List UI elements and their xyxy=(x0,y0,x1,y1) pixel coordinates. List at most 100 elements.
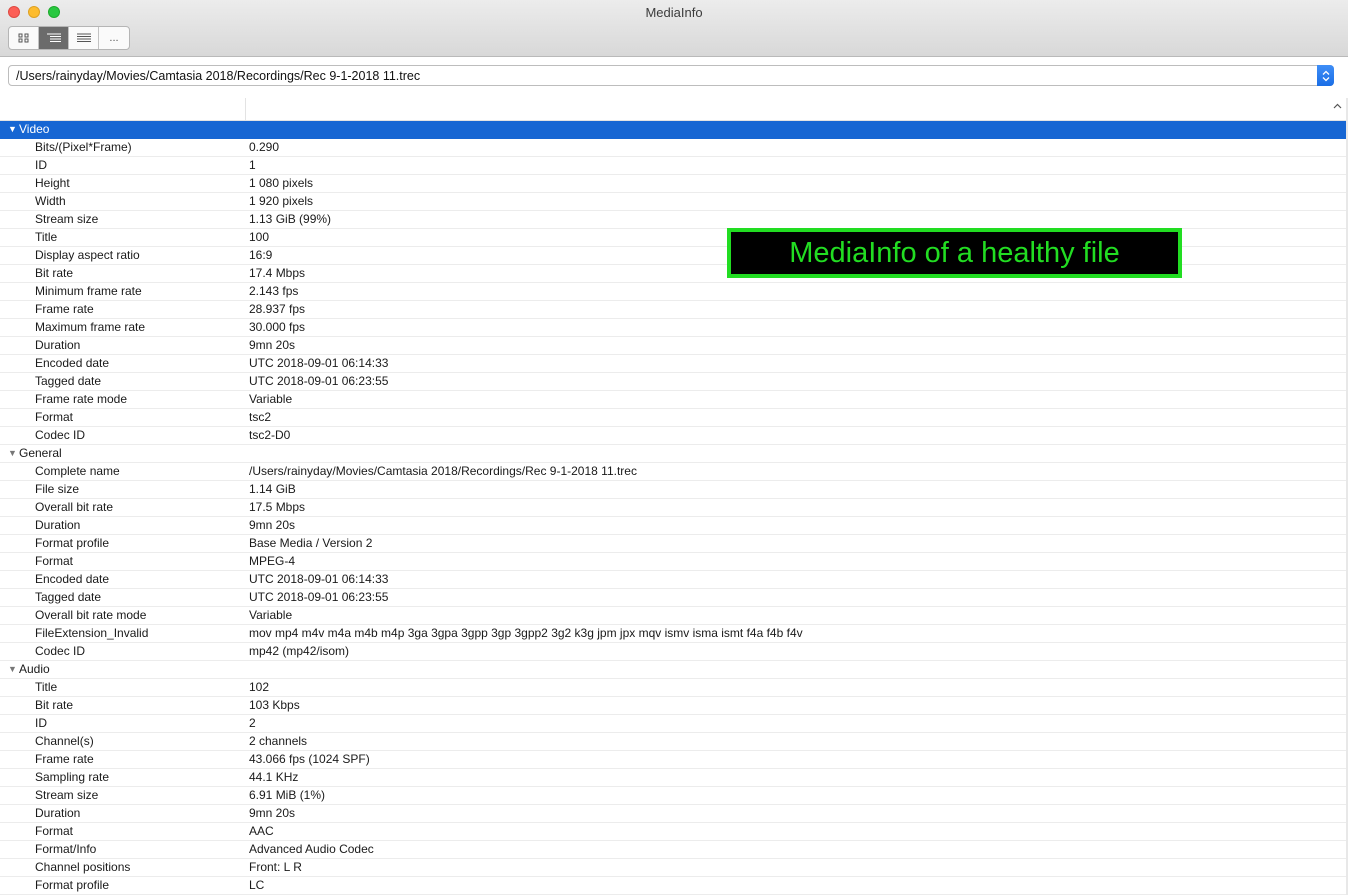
table-row[interactable]: Codec ID tsc2-D0 xyxy=(0,427,1346,445)
table-row[interactable]: Duration 9mn 20s xyxy=(0,517,1346,535)
table-row[interactable]: Format tsc2 xyxy=(0,409,1346,427)
column-divider[interactable] xyxy=(245,98,246,120)
property-value: 17.4 Mbps xyxy=(249,266,306,280)
table-row[interactable]: ID 1 xyxy=(0,157,1346,175)
section-audio[interactable]: ▼ Audio xyxy=(0,661,1346,679)
table-row[interactable]: Title 102 xyxy=(0,679,1346,697)
text-view-button[interactable] xyxy=(69,27,99,49)
table-row[interactable]: Maximum frame rate 30.000 fps xyxy=(0,319,1346,337)
table-row[interactable]: Overall bit rate mode Variable xyxy=(0,607,1346,625)
tree-view-icon xyxy=(46,33,61,43)
table-row[interactable]: Format/Info Advanced Audio Codec xyxy=(0,841,1346,859)
property-value: mov mp4 m4v m4a m4b m4p 3ga 3gpa 3gpp 3g… xyxy=(249,626,803,640)
table-row[interactable]: Codec ID mp42 (mp42/isom) xyxy=(0,643,1346,661)
property-key: Overall bit rate xyxy=(35,500,114,514)
table-row[interactable]: Encoded date UTC 2018-09-01 06:14:33 xyxy=(0,571,1346,589)
table-row[interactable]: Duration 9mn 20s xyxy=(0,805,1346,823)
table-row[interactable]: Format AAC xyxy=(0,823,1346,841)
table-row[interactable]: Stream size 6.91 MiB (1%) xyxy=(0,787,1346,805)
table-row[interactable]: Overall bit rate 17.5 Mbps xyxy=(0,499,1346,517)
table-row[interactable]: ID 2 xyxy=(0,715,1346,733)
property-key: Channel(s) xyxy=(35,734,94,748)
sort-ascending-icon[interactable] xyxy=(1333,101,1342,112)
table-row[interactable]: Frame rate 43.066 fps (1024 SPF) xyxy=(0,751,1346,769)
property-key: Format profile xyxy=(35,536,110,550)
tree-view-button[interactable] xyxy=(39,27,69,49)
table-row[interactable]: Height 1 080 pixels xyxy=(0,175,1346,193)
grid-view-icon xyxy=(18,33,29,43)
annotation-banner: MediaInfo of a healthy file xyxy=(727,228,1182,278)
property-value: 44.1 KHz xyxy=(249,770,299,784)
property-key: Format xyxy=(35,554,74,568)
property-value: tsc2-D0 xyxy=(249,428,291,442)
table-row[interactable]: Format profile LC xyxy=(0,877,1346,895)
disclosure-triangle-icon[interactable]: ▼ xyxy=(8,445,17,462)
property-key: Tagged date xyxy=(35,590,102,604)
table-row[interactable]: Bit rate 103 Kbps xyxy=(0,697,1346,715)
table-row[interactable]: Format MPEG-4 xyxy=(0,553,1346,571)
property-key: Encoded date xyxy=(35,572,110,586)
section-general[interactable]: ▼ General xyxy=(0,445,1346,463)
table-row[interactable]: Stream size 1.13 GiB (99%) xyxy=(0,211,1346,229)
property-key: Stream size xyxy=(35,212,99,226)
table-row[interactable]: Tagged date UTC 2018-09-01 06:23:55 xyxy=(0,589,1346,607)
grid-view-button[interactable] xyxy=(9,27,39,49)
property-key: FileExtension_Invalid xyxy=(35,626,149,640)
disclosure-triangle-icon[interactable]: ▼ xyxy=(8,661,17,678)
more-view-button[interactable]: ... xyxy=(99,27,129,49)
table-row[interactable]: Bits/(Pixel*Frame) 0.290 xyxy=(0,139,1346,157)
table-row[interactable]: Sampling rate 44.1 KHz xyxy=(0,769,1346,787)
table-row[interactable]: Channel positions Front: L R xyxy=(0,859,1346,877)
property-value: Variable xyxy=(249,392,293,406)
table-row[interactable]: Width 1 920 pixels xyxy=(0,193,1346,211)
section-label: General xyxy=(19,446,62,460)
table-row[interactable]: File size 1.14 GiB xyxy=(0,481,1346,499)
property-value: 100 xyxy=(249,230,270,244)
property-value: 1.14 GiB xyxy=(249,482,296,496)
table-row[interactable]: Frame rate mode Variable xyxy=(0,391,1346,409)
property-key: Format xyxy=(35,410,74,424)
property-value: Front: L R xyxy=(249,860,302,874)
property-key: Frame rate mode xyxy=(35,392,128,406)
property-key: Sampling rate xyxy=(35,770,110,784)
property-value: 6.91 MiB (1%) xyxy=(249,788,326,802)
property-value: Base Media / Version 2 xyxy=(249,536,373,550)
property-key: Title xyxy=(35,680,58,694)
property-key: Codec ID xyxy=(35,428,86,442)
table-row[interactable]: Duration 9mn 20s xyxy=(0,337,1346,355)
table-row[interactable]: Complete name/Users/rainyday/Movies/Camt… xyxy=(0,463,1346,481)
property-value: 2 channels xyxy=(249,734,308,748)
table-row[interactable]: Frame rate 28.937 fps xyxy=(0,301,1346,319)
property-value: mp42 (mp42/isom) xyxy=(249,644,350,658)
property-key: Codec ID xyxy=(35,644,86,658)
property-key: Frame rate xyxy=(35,302,94,316)
property-key: Duration xyxy=(35,338,81,352)
property-value: 102 xyxy=(249,680,270,694)
property-key: Format profile xyxy=(35,878,110,892)
property-value: 1 xyxy=(249,158,256,172)
property-key: Minimum frame rate xyxy=(35,284,142,298)
view-mode-segmented-control: ... xyxy=(8,26,130,50)
table-row[interactable]: Tagged date UTC 2018-09-01 06:23:55 xyxy=(0,373,1346,391)
property-value: /Users/rainyday/Movies/Camtasia 2018/Rec… xyxy=(249,464,637,478)
table-row[interactable]: FileExtension_Invalid mov mp4 m4v m4a m4b… xyxy=(0,625,1346,643)
property-key: Duration xyxy=(35,806,81,820)
property-key: ID xyxy=(35,158,47,172)
property-value: 0.290 xyxy=(249,140,280,154)
property-value: 2 xyxy=(249,716,256,730)
property-value: UTC 2018-09-01 06:23:55 xyxy=(249,590,389,604)
table-row[interactable]: Channel(s) 2 channels xyxy=(0,733,1346,751)
path-dropdown-arrows-icon[interactable] xyxy=(1317,65,1334,86)
section-video[interactable]: ▼ Video xyxy=(0,121,1346,139)
table-row[interactable]: Encoded date UTC 2018-09-01 06:14:33 xyxy=(0,355,1346,373)
property-key: Format/Info xyxy=(35,842,97,856)
property-value: AAC xyxy=(249,824,274,838)
table-row[interactable]: Format profile Base Media / Version 2 xyxy=(0,535,1346,553)
mediainfo-window: MediaInfo ... /Users/rainyday/Movies/Cam… xyxy=(0,0,1348,895)
disclosure-triangle-icon[interactable]: ▼ xyxy=(8,121,17,138)
property-key: Title xyxy=(35,230,58,244)
property-value: 103 Kbps xyxy=(249,698,300,712)
property-value: MPEG-4 xyxy=(249,554,296,568)
table-row[interactable]: Minimum frame rate 2.143 fps xyxy=(0,283,1346,301)
file-path-selector[interactable]: /Users/rainyday/Movies/Camtasia 2018/Rec… xyxy=(8,65,1334,86)
